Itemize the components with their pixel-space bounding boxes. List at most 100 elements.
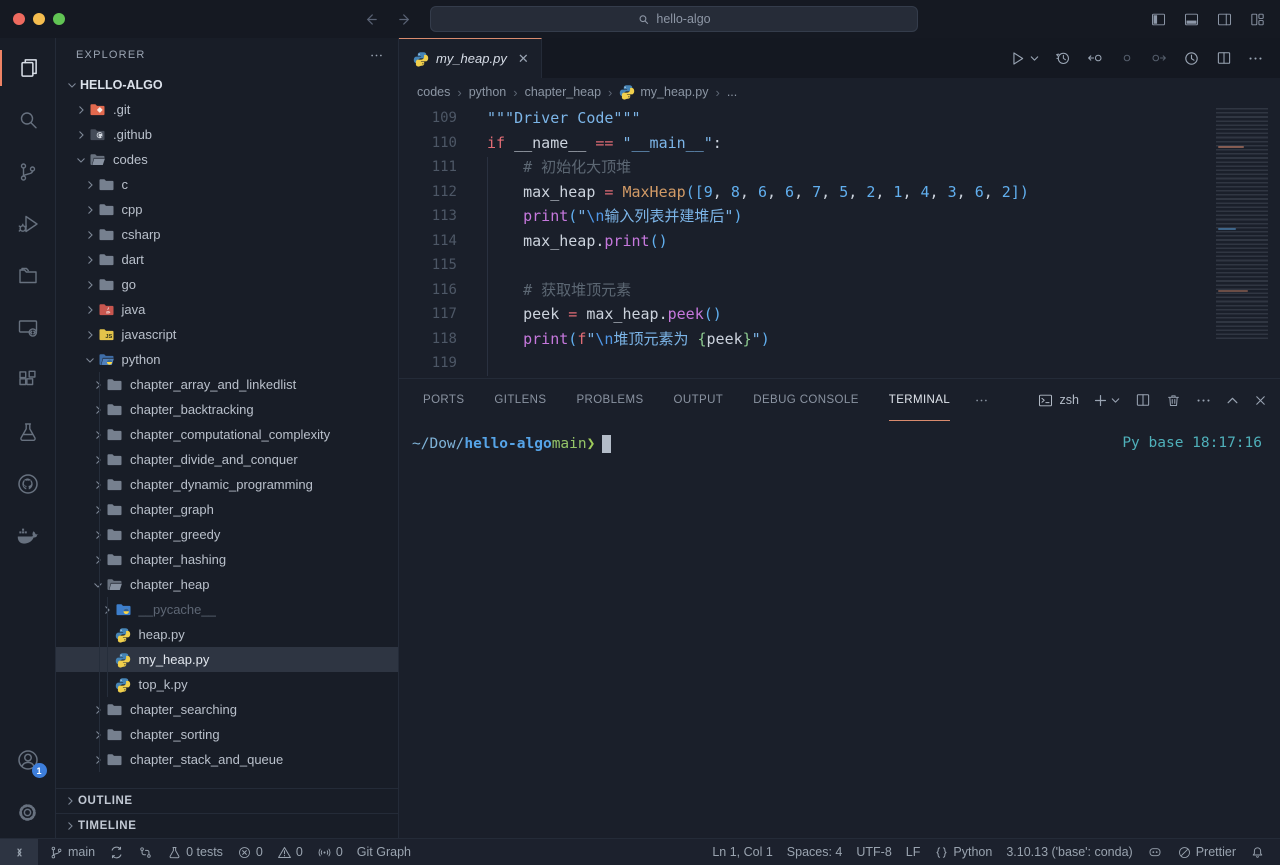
breadcrumb-chapter-heap[interactable]: chapter_heap xyxy=(525,85,601,99)
activity-project-manager[interactable] xyxy=(0,250,56,302)
statusbar-remote-indicator[interactable] xyxy=(0,839,38,865)
tree-item-chapter-sorting[interactable]: chapter_sorting xyxy=(56,722,398,747)
activity-extensions[interactable] xyxy=(0,354,56,406)
activity-explorer[interactable] xyxy=(0,42,56,94)
tree-item-python[interactable]: python xyxy=(56,347,398,372)
activity-source-control[interactable] xyxy=(0,146,56,198)
history-icon[interactable] xyxy=(1054,49,1072,67)
new-terminal-button[interactable] xyxy=(1092,392,1121,409)
activity-run-and-debug[interactable] xyxy=(0,198,56,250)
activity-docker[interactable] xyxy=(0,510,56,562)
activity-github[interactable] xyxy=(0,458,56,510)
tab-my-heap-py[interactable]: my_heap.py ✕ xyxy=(399,38,542,78)
statusbar-copilot[interactable] xyxy=(1140,839,1170,865)
tree-item--github[interactable]: .github xyxy=(56,122,398,147)
statusbar-language-mode[interactable]: Python xyxy=(927,839,999,865)
panel-tabs-more-icon[interactable] xyxy=(974,393,989,408)
panel-tab-gitlens[interactable]: GITLENS xyxy=(494,379,546,421)
tree-item-cpp[interactable]: cpp xyxy=(56,197,398,222)
views-more-actions-icon[interactable] xyxy=(369,48,384,63)
panel-tab-debug-console[interactable]: DEBUG CONSOLE xyxy=(753,379,859,421)
tree-item--git[interactable]: .git xyxy=(56,97,398,122)
statusbar-git-graph[interactable]: Git Graph xyxy=(350,839,418,865)
panel-tab-output[interactable]: OUTPUT xyxy=(674,379,724,421)
tree-item-javascript[interactable]: JS javascript xyxy=(56,322,398,347)
activity-remote-explorer[interactable] xyxy=(0,302,56,354)
statusbar-notifications[interactable] xyxy=(1243,839,1272,865)
layout-panel-icon[interactable] xyxy=(1183,11,1200,28)
statusbar-cursor-position[interactable]: Ln 1, Col 1 xyxy=(705,839,779,865)
tree-item-go[interactable]: go xyxy=(56,272,398,297)
statusbar-eol[interactable]: LF xyxy=(899,839,928,865)
tree-item-chapter-computational-complexity[interactable]: chapter_computational_complexity xyxy=(56,422,398,447)
statusbar-errors[interactable]: 0 xyxy=(230,839,270,865)
statusbar-ports[interactable]: 0 xyxy=(310,839,350,865)
tree-item-csharp[interactable]: csharp xyxy=(56,222,398,247)
tree-item-chapter-backtracking[interactable]: chapter_backtracking xyxy=(56,397,398,422)
close-tab-icon[interactable]: ✕ xyxy=(518,51,529,67)
section-timeline[interactable]: TIMELINE xyxy=(56,813,398,838)
split-icon[interactable] xyxy=(1134,391,1152,409)
next-change-icon[interactable] xyxy=(1150,49,1168,67)
statusbar-gitlens-compare[interactable] xyxy=(131,839,160,865)
tree-item-top-k-py[interactable]: top_k.py xyxy=(56,672,398,697)
prev-change-icon[interactable] xyxy=(1086,49,1104,67)
layout-sidebar-left-icon[interactable] xyxy=(1150,11,1167,28)
layout-sidebar-right-icon[interactable] xyxy=(1216,11,1233,28)
activity-testing[interactable] xyxy=(0,406,56,458)
activity-accounts[interactable]: 1 xyxy=(0,734,56,786)
breadcrumb-my-heap-py[interactable]: my_heap.py xyxy=(619,84,708,100)
tree-item-chapter-stack-and-queue[interactable]: chapter_stack_and_queue xyxy=(56,747,398,772)
tree-item-java[interactable]: java xyxy=(56,297,398,322)
breadcrumb-python[interactable]: python xyxy=(469,85,507,99)
terminal[interactable]: ~/Dow/hello-algo main ❯ Py base 18:17:16 xyxy=(399,421,1280,838)
statusbar-sync[interactable] xyxy=(102,839,131,865)
activity-settings[interactable] xyxy=(0,786,56,838)
terminal-instance-zsh[interactable]: zsh xyxy=(1037,392,1079,409)
tree-item-hello-algo[interactable]: HELLO-ALGO xyxy=(56,72,398,97)
activity-search[interactable] xyxy=(0,94,56,146)
navigate-back-icon[interactable] xyxy=(362,11,379,28)
tree-item-chapter-greedy[interactable]: chapter_greedy xyxy=(56,522,398,547)
section-outline[interactable]: OUTLINE xyxy=(56,788,398,813)
statusbar-python-interpreter[interactable]: 3.10.13 ('base': conda) xyxy=(999,839,1139,865)
run-python-file-button[interactable] xyxy=(1008,49,1040,68)
kill-terminal-icon[interactable] xyxy=(1165,392,1182,409)
gitlens-clock-icon[interactable] xyxy=(1182,49,1201,68)
minimap[interactable] xyxy=(1208,108,1274,340)
panel-tab-ports[interactable]: PORTS xyxy=(423,379,464,421)
tree-item-my-heap-py[interactable]: my_heap.py xyxy=(56,647,398,672)
tree-item-dart[interactable]: dart xyxy=(56,247,398,272)
tree-item--pycache-[interactable]: __pycache__ xyxy=(56,597,398,622)
panel-tab-terminal[interactable]: TERMINAL xyxy=(889,379,950,421)
more-icon[interactable] xyxy=(1195,392,1212,409)
layout-customize-icon[interactable] xyxy=(1249,11,1266,28)
breadcrumb--[interactable]: ... xyxy=(727,85,737,99)
tree-item-chapter-searching[interactable]: chapter_searching xyxy=(56,697,398,722)
tree-item-heap-py[interactable]: heap.py xyxy=(56,622,398,647)
circle-dim-icon[interactable] xyxy=(1118,49,1136,67)
tree-item-chapter-hashing[interactable]: chapter_hashing xyxy=(56,547,398,572)
minimize-window-button[interactable] xyxy=(33,13,45,25)
statusbar-tests[interactable]: 0 tests xyxy=(160,839,230,865)
tree-item-chapter-heap[interactable]: chapter_heap xyxy=(56,572,398,597)
split-icon[interactable] xyxy=(1215,49,1233,67)
statusbar-encoding[interactable]: UTF-8 xyxy=(849,839,898,865)
navigate-forward-icon[interactable] xyxy=(397,11,414,28)
statusbar-indentation[interactable]: Spaces: 4 xyxy=(780,839,850,865)
close-window-button[interactable] xyxy=(13,13,25,25)
tree-item-c[interactable]: c xyxy=(56,172,398,197)
panel-tab-problems[interactable]: PROBLEMS xyxy=(576,379,643,421)
statusbar-git-branch[interactable]: main xyxy=(42,839,102,865)
tree-item-chapter-graph[interactable]: chapter_graph xyxy=(56,497,398,522)
tree-item-chapter-array-and-linkedlist[interactable]: chapter_array_and_linkedlist xyxy=(56,372,398,397)
more-icon[interactable] xyxy=(1247,50,1264,67)
statusbar-warnings[interactable]: 0 xyxy=(270,839,310,865)
maximize-window-button[interactable] xyxy=(53,13,65,25)
maximize-panel-icon[interactable] xyxy=(1225,393,1240,408)
tree-item-chapter-dynamic-programming[interactable]: chapter_dynamic_programming xyxy=(56,472,398,497)
breadcrumb-codes[interactable]: codes xyxy=(417,85,450,99)
tree-item-codes[interactable]: codes xyxy=(56,147,398,172)
code-editor[interactable]: 109 """Driver Code""" 110 if __name__ ==… xyxy=(399,106,1280,378)
close-panel-icon[interactable] xyxy=(1253,393,1268,408)
